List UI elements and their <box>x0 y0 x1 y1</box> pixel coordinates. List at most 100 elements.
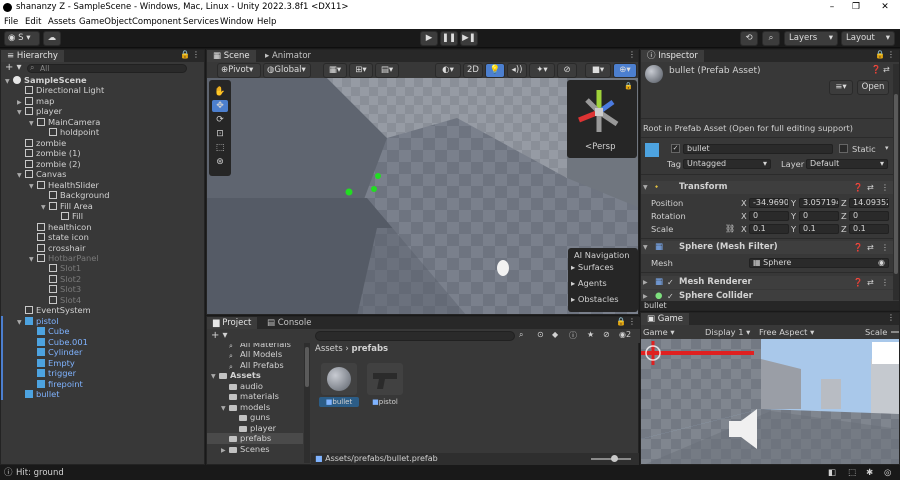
position-y-field[interactable]: 3.057194 <box>799 198 839 208</box>
scale-slider[interactable] <box>891 331 899 333</box>
gizmos-button[interactable]: ⊕▾ <box>613 63 637 78</box>
presets-icon[interactable]: ⇄ <box>867 241 874 254</box>
mesh-renderer-checkbox[interactable]: ✓ <box>667 276 674 289</box>
hierarchy-item-16[interactable]: crosshair <box>1 243 204 254</box>
hierarchy-item-2[interactable]: ▶ map <box>1 96 204 107</box>
more-menu-icon[interactable]: ⋮ <box>887 313 895 322</box>
maximize-button[interactable]: ❐ <box>843 0 869 15</box>
tab-hierarchy[interactable]: ≡ Hierarchy <box>1 50 64 62</box>
audio-toggle-button[interactable]: ◂)) <box>507 63 527 78</box>
lock-icon[interactable]: 🔒 <box>616 317 626 326</box>
hierarchy-search-input[interactable]: All <box>27 64 187 73</box>
pivot-dropdown[interactable]: ⊕Pivot▾ <box>217 63 261 78</box>
static-checkbox[interactable] <box>839 144 848 153</box>
hierarchy-item-7[interactable]: zombie (1) <box>1 148 204 159</box>
add-button[interactable]: + ▾ <box>5 62 22 74</box>
notification-icon[interactable]: ◎ <box>884 466 891 480</box>
project-folder-8[interactable]: player <box>207 423 303 434</box>
rotation-x-field[interactable]: 0 <box>749 211 789 221</box>
favorites-star-icon[interactable]: ★ <box>587 330 594 339</box>
hierarchy-item-18[interactable]: Slot1 <box>1 263 204 274</box>
account-dropdown[interactable]: ◉ S ▾ <box>4 31 40 46</box>
hierarchy-item-19[interactable]: Slot2 <box>1 274 204 285</box>
presets-icon[interactable]: ⇄ <box>867 181 874 194</box>
visibility-icon[interactable]: ⊘ <box>603 330 610 339</box>
scale-y-field[interactable]: 0.1 <box>799 224 839 234</box>
breadcrumb-prefabs[interactable]: prefabs <box>351 344 388 354</box>
presets-icon[interactable]: ⇄ <box>867 276 874 289</box>
ai-nav-surfaces[interactable]: ▸ Surfaces <box>571 262 614 272</box>
game-viewport[interactable] <box>641 339 899 464</box>
hierarchy-item-26[interactable]: Cylinder <box>1 347 204 358</box>
menu-assets[interactable]: Assets <box>48 15 76 29</box>
layout-dropdown[interactable]: Layout ▾ <box>841 31 895 46</box>
project-search-input[interactable] <box>315 331 515 341</box>
tab-inspector[interactable]: ⓘ Inspector <box>641 50 704 62</box>
rotate-tool-button[interactable]: ⟳ <box>212 114 228 126</box>
menu-file[interactable]: File <box>4 15 18 29</box>
hierarchy-item-29[interactable]: firepoint <box>1 379 204 390</box>
rotation-z-field[interactable]: 0 <box>849 211 889 221</box>
orientation-gizmo[interactable]: 🔒 <Persp <box>567 80 637 158</box>
tab-animator[interactable]: ▸ Animator <box>259 50 317 62</box>
tab-console[interactable]: ▤ Console <box>261 317 317 329</box>
persp-label[interactable]: <Persp <box>585 142 616 152</box>
active-checkbox[interactable]: ✓ <box>671 144 680 153</box>
ai-nav-agents[interactable]: ▸ Agents <box>571 278 607 288</box>
filter-label-icon[interactable]: ◆ <box>552 330 558 339</box>
rotation-y-field[interactable]: 0 <box>799 211 839 221</box>
transform-tool-button[interactable]: ⊛ <box>212 156 228 168</box>
lighting-toggle-button[interactable]: 💡 <box>485 63 505 78</box>
scale-z-field[interactable]: 0.1 <box>849 224 889 234</box>
menu-help[interactable]: Help <box>257 15 276 29</box>
aspect-dropdown[interactable]: Free Aspect ▾ <box>759 325 814 339</box>
menu-edit[interactable]: Edit <box>25 15 41 29</box>
inspector-scrollbar[interactable] <box>893 64 899 300</box>
hierarchy-item-9[interactable]: ▼ Canvas <box>1 169 204 180</box>
layer-dropdown[interactable]: Default ▾ <box>806 159 888 169</box>
project-folder-4[interactable]: audio <box>207 381 303 392</box>
object-name-field[interactable]: bullet <box>683 144 833 154</box>
hierarchy-item-1[interactable]: Directional Light <box>1 85 204 96</box>
project-folder-3[interactable]: ▼ Assets <box>207 370 303 381</box>
2d-toggle-button[interactable]: 2D <box>463 63 483 78</box>
grid-visibility-button[interactable]: ▤▾ <box>375 63 399 78</box>
hierarchy-item-4[interactable]: ▼ MainCamera <box>1 117 204 128</box>
display-dropdown[interactable]: Display 1 ▾ <box>705 325 750 339</box>
tab-scene[interactable]: ▦ Scene <box>207 50 256 62</box>
add-asset-button[interactable]: + ▾ <box>211 330 228 341</box>
open-prefab-button[interactable]: Open <box>857 80 889 95</box>
layers-dropdown[interactable]: Layers ▾ <box>784 31 838 46</box>
scale-x-field[interactable]: 0.1 <box>749 224 789 234</box>
global-dropdown[interactable]: ◍Global▾ <box>263 63 311 78</box>
grid-snap-button[interactable]: ▦▾ <box>323 63 347 78</box>
foldout-arrow-icon[interactable]: ▶ <box>221 446 229 457</box>
rect-tool-button[interactable]: ⬚ <box>212 142 228 154</box>
project-folder-2[interactable]: ⌕ All Prefabs <box>207 360 303 371</box>
breadcrumb-assets[interactable]: Assets <box>315 344 343 354</box>
hidden-objects-button[interactable]: ⊘ <box>557 63 577 78</box>
hierarchy-item-25[interactable]: Cube.001 <box>1 337 204 348</box>
search-filter-icon[interactable]: ⌕ <box>519 330 523 340</box>
asset-pistol[interactable]: ■pistol <box>365 363 405 413</box>
lock-icon[interactable]: 🔒 <box>180 50 190 59</box>
inspector-menu-button[interactable]: ≡▾ <box>829 80 853 95</box>
more-menu-icon[interactable]: ⋮ <box>887 50 895 59</box>
scene-viewport[interactable]: ✋ ✥ ⟳ ⊡ ⬚ ⊛ 🔒 <Persp AI Navigation ▸ Sur… <box>207 78 638 314</box>
project-folder-5[interactable]: materials <box>207 391 303 402</box>
filter-type-icon[interactable]: ⊙ <box>537 330 544 339</box>
menu-services[interactable]: Services <box>183 15 219 29</box>
progress-icon[interactable]: ◧ <box>828 466 836 480</box>
project-folder-10[interactable]: ▶ Scenes <box>207 444 303 455</box>
hierarchy-item-22[interactable]: EventSystem <box>1 305 204 316</box>
position-x-field[interactable]: -34.9690 <box>749 198 789 208</box>
search-button[interactable]: ⌕ <box>762 31 780 46</box>
hierarchy-item-5[interactable]: holdpoint <box>1 127 204 138</box>
link-icon[interactable]: ⛓ <box>725 224 735 233</box>
menu-window[interactable]: Window <box>220 15 254 29</box>
cache-server-icon[interactable]: ⬚ <box>848 466 856 480</box>
status-message[interactable]: Hit: ground <box>16 466 64 480</box>
pause-button[interactable]: ❚❚ <box>440 31 458 46</box>
menu-gameobject[interactable]: GameObject <box>79 15 132 29</box>
chevron-down-icon[interactable]: ▾ <box>885 144 889 152</box>
